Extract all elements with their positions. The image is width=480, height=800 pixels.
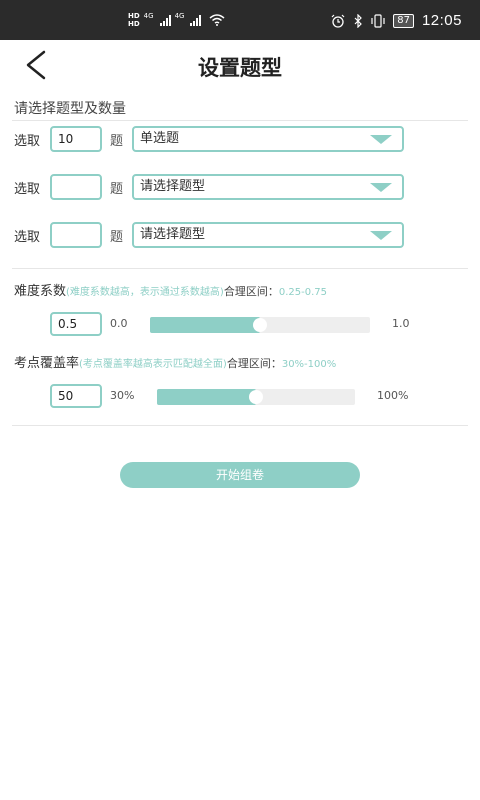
network-type-2: 4G xyxy=(174,12,185,20)
dropdown-arrow-icon xyxy=(370,183,392,192)
section-label: 请选择题型及数量 xyxy=(14,101,126,117)
alarm-icon xyxy=(331,14,345,28)
difficulty-range-value: 0.25-0.75 xyxy=(278,287,327,298)
type-select-value: 单选题 xyxy=(140,131,180,146)
coverage-min: 30% xyxy=(110,389,135,402)
signal-icon xyxy=(159,14,171,26)
difficulty-min: 0.0 xyxy=(110,317,128,330)
count-input[interactable] xyxy=(50,174,102,200)
type-select-value: 请选择题型 xyxy=(140,227,206,242)
difficulty-hint: (难度系数越高，表示通过系数越高) xyxy=(66,287,224,298)
difficulty-label: 难度系数 xyxy=(14,284,67,299)
row-suffix: 题 xyxy=(110,134,124,149)
network-type-1: 4G xyxy=(143,12,154,20)
count-input[interactable] xyxy=(50,222,102,248)
coverage-value-input[interactable]: 50 xyxy=(50,384,102,408)
difficulty-slider-row: 0.5 0.0 1.0 xyxy=(0,312,480,338)
row-prefix: 选取 xyxy=(14,182,41,197)
status-left: HD HD 4G 4G xyxy=(128,12,225,28)
question-row-2: 选取 题 请选择题型 xyxy=(14,174,474,200)
type-select-value: 请选择题型 xyxy=(140,179,206,194)
bluetooth-icon xyxy=(354,13,363,28)
dropdown-arrow-icon xyxy=(370,231,392,240)
start-compose-button[interactable]: 开始组卷 xyxy=(120,462,360,488)
coverage-slider-thumb[interactable] xyxy=(249,390,263,404)
signal-icon-2 xyxy=(190,14,202,26)
wifi-icon xyxy=(209,14,225,26)
page-title: 设置题型 xyxy=(198,56,282,80)
row-prefix: 选取 xyxy=(14,134,41,149)
hd-label-2: HD xyxy=(128,20,140,28)
coverage-title: 考点覆盖率(考点覆盖率越高表示匹配越全面)合理区间：30%-100% xyxy=(14,352,336,371)
battery-icon: 87 xyxy=(393,13,414,28)
coverage-range-value: 30%-100% xyxy=(281,359,337,370)
difficulty-slider[interactable] xyxy=(150,317,370,333)
coverage-hint: (考点覆盖率越高表示匹配越全面) xyxy=(79,359,227,370)
count-input[interactable]: 10 xyxy=(50,126,102,152)
hd-label-1: HD xyxy=(128,12,140,20)
row-suffix: 题 xyxy=(110,230,124,245)
coverage-slider-fill xyxy=(157,389,256,405)
hd-indicator: HD HD xyxy=(128,12,140,28)
difficulty-range-label: 合理区间： xyxy=(223,285,279,298)
type-select[interactable]: 单选题 xyxy=(132,126,404,152)
question-row-3: 选取 题 请选择题型 xyxy=(14,222,474,248)
coverage-range-label: 合理区间： xyxy=(226,357,282,370)
difficulty-title: 难度系数(难度系数越高，表示通过系数越高)合理区间：0.25-0.75 xyxy=(14,280,327,299)
status-bar: HD HD 4G 4G 87 12:05 xyxy=(0,0,480,40)
coverage-slider[interactable] xyxy=(157,389,355,405)
type-select[interactable]: 请选择题型 xyxy=(132,222,404,248)
difficulty-max: 1.0 xyxy=(392,317,410,330)
coverage-slider-row: 50 30% 100% xyxy=(0,384,480,410)
question-row-1: 选取 10 题 单选题 xyxy=(14,126,474,152)
dropdown-arrow-icon xyxy=(370,135,392,144)
divider xyxy=(12,268,468,269)
divider xyxy=(12,425,468,426)
app-header: 设置题型 xyxy=(0,40,480,95)
clock: 12:05 xyxy=(421,12,462,29)
vibrate-icon xyxy=(371,13,385,28)
coverage-max: 100% xyxy=(377,389,409,402)
coverage-label: 考点覆盖率 xyxy=(14,356,80,371)
difficulty-value-input[interactable]: 0.5 xyxy=(50,312,102,336)
type-select[interactable]: 请选择题型 xyxy=(132,174,404,200)
row-suffix: 题 xyxy=(110,182,124,197)
status-right: 87 12:05 xyxy=(331,12,462,29)
difficulty-slider-fill xyxy=(150,317,260,333)
divider xyxy=(12,120,468,121)
row-prefix: 选取 xyxy=(14,230,41,245)
difficulty-slider-thumb[interactable] xyxy=(253,318,267,332)
